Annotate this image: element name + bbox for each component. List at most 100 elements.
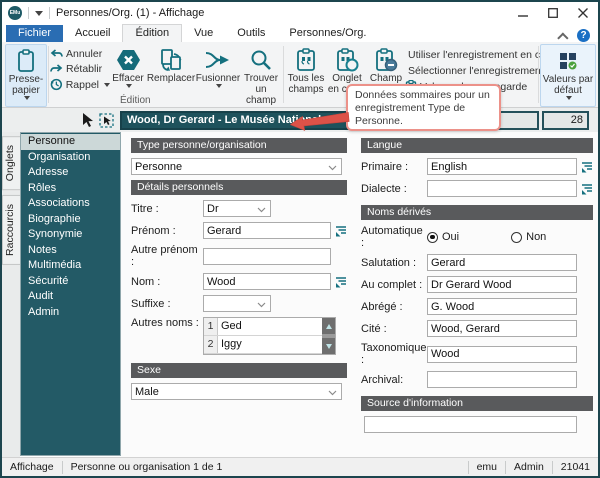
au-complet-label: Au complet : bbox=[361, 278, 423, 291]
abrege-input[interactable] bbox=[427, 298, 577, 315]
sexe-combobox[interactable]: Male bbox=[131, 383, 342, 400]
tab-accueil[interactable]: Accueil bbox=[63, 25, 122, 42]
archival-input[interactable] bbox=[427, 371, 577, 388]
grid-row[interactable]: 1 Ged bbox=[204, 318, 322, 336]
sidebar-item-audit[interactable]: Audit bbox=[21, 289, 120, 305]
sidebar-tab-onglets[interactable]: Onglets bbox=[2, 136, 20, 191]
prenom-label: Prénom : bbox=[131, 224, 176, 237]
replace-button[interactable]: Remplacer bbox=[146, 44, 196, 107]
radio-oui[interactable] bbox=[427, 231, 438, 243]
select-record-button[interactable]: Sélectionner l'enregistrement bbox=[405, 64, 544, 77]
nom-label: Nom : bbox=[131, 275, 161, 288]
autres-noms-grid[interactable]: 1 Ged 2 Iggy bbox=[203, 317, 336, 355]
redo-button[interactable]: Rétablir bbox=[50, 63, 110, 75]
taxonomique-input[interactable] bbox=[427, 345, 577, 363]
recall-icon bbox=[50, 78, 63, 91]
use-current-record-button[interactable]: Utiliser l'enregistrement en cours bbox=[405, 48, 561, 61]
chevron-down-icon bbox=[257, 302, 266, 308]
au-complet-input[interactable] bbox=[427, 276, 577, 293]
non-label: Non bbox=[526, 231, 547, 243]
salutation-label: Salutation : bbox=[361, 256, 417, 269]
autre-prenom-label: Autre prénom : bbox=[131, 244, 198, 268]
sidebar-tab-raccourcis[interactable]: Raccourcis bbox=[2, 195, 20, 266]
replace-label: Remplacer bbox=[146, 73, 196, 84]
sidebar-item-notes[interactable]: Notes bbox=[21, 243, 120, 259]
nom-input[interactable] bbox=[203, 273, 331, 290]
section-details-personnels: Détails personnels bbox=[131, 180, 347, 195]
maximize-button[interactable] bbox=[538, 2, 568, 24]
type-personne-combobox[interactable]: Personne bbox=[131, 158, 342, 175]
merge-button[interactable]: Fusionner bbox=[196, 44, 240, 107]
status-bar: Affichage Personne ou organisation 1 de … bbox=[2, 457, 598, 476]
all-fields-button[interactable]: Tous les champs bbox=[285, 44, 327, 107]
status-session: 21041 bbox=[551, 460, 598, 474]
tab-edition[interactable]: Édition bbox=[122, 24, 183, 42]
tab-fichier[interactable]: Fichier bbox=[6, 25, 64, 42]
chevron-down-icon bbox=[328, 165, 337, 171]
recall-button[interactable]: Rappel bbox=[50, 78, 110, 91]
grid-row[interactable]: 2 Iggy bbox=[204, 336, 322, 354]
status-mode: Affichage bbox=[2, 460, 63, 474]
find-field-button[interactable]: Trouver un champ bbox=[240, 44, 282, 107]
sidebar-item-roles[interactable]: Rôles bbox=[21, 181, 120, 197]
salutation-input[interactable] bbox=[427, 254, 577, 271]
lookup-icon[interactable] bbox=[335, 225, 347, 237]
tabs-sidebar: Personne Organisation Adresse Rôles Asso… bbox=[20, 132, 121, 456]
source-information-input[interactable] bbox=[364, 416, 577, 433]
undo-button[interactable]: Annuler bbox=[50, 48, 110, 60]
section-source-information: Source d'information bbox=[361, 396, 593, 411]
sidebar-item-organisation[interactable]: Organisation bbox=[21, 150, 120, 166]
scroll-down-icon[interactable] bbox=[322, 338, 335, 354]
archival-label: Archival: bbox=[361, 373, 404, 386]
lookup-icon[interactable] bbox=[581, 183, 593, 195]
merge-label: Fusionner bbox=[195, 73, 241, 84]
recall-label: Rappel bbox=[65, 78, 99, 91]
callout-tooltip: Données sommaires pour un enregistrement… bbox=[346, 84, 501, 131]
minimize-button[interactable] bbox=[508, 2, 538, 24]
undo-redo-group: Annuler Rétablir Rappel bbox=[50, 44, 110, 107]
app-logo-icon: EMu bbox=[8, 6, 22, 20]
row-value: Iggy bbox=[221, 338, 242, 350]
sidebar-item-biographie[interactable]: Biographie bbox=[21, 212, 120, 228]
tab-outils[interactable]: Outils bbox=[225, 25, 277, 42]
sidebar-item-securite[interactable]: Sécurité bbox=[21, 274, 120, 290]
sidebar-item-synonymie[interactable]: Synonymie bbox=[21, 227, 120, 243]
prenom-input[interactable] bbox=[203, 222, 331, 239]
lookup-icon[interactable] bbox=[335, 276, 347, 288]
tab-personnes-org[interactable]: Personnes/Org. bbox=[277, 25, 378, 42]
default-values-button[interactable]: Valeurs par défaut bbox=[540, 44, 596, 107]
autres-noms-label: Autres noms : bbox=[131, 317, 199, 329]
scroll-up-icon[interactable] bbox=[322, 318, 335, 334]
sidebar-item-associations[interactable]: Associations bbox=[21, 196, 120, 212]
sidebar-item-personne[interactable]: Personne bbox=[21, 134, 120, 150]
sidebar-tab-strip: Onglets Raccourcis bbox=[2, 132, 20, 457]
suffixe-label: Suffixe : bbox=[131, 297, 171, 310]
section-langue: Langue bbox=[361, 138, 593, 153]
dialecte-input[interactable] bbox=[427, 180, 577, 197]
lookup-icon[interactable] bbox=[581, 161, 593, 173]
radio-non[interactable] bbox=[511, 231, 523, 243]
sidebar-item-adresse[interactable]: Adresse bbox=[21, 165, 120, 181]
row-value: Ged bbox=[221, 320, 242, 332]
titre-combobox[interactable]: Dr bbox=[203, 200, 271, 217]
cursor-icon[interactable] bbox=[81, 112, 94, 128]
caret-down-icon bbox=[24, 96, 30, 100]
tab-vue[interactable]: Vue bbox=[182, 25, 225, 42]
suffixe-combobox[interactable] bbox=[203, 295, 271, 312]
row-number: 2 bbox=[204, 336, 218, 353]
primaire-input[interactable] bbox=[427, 158, 577, 175]
select-mode-icon[interactable] bbox=[99, 112, 115, 128]
help-icon[interactable]: ? bbox=[577, 29, 590, 42]
grid-scrollbar[interactable] bbox=[322, 318, 335, 354]
sidebar-item-admin[interactable]: Admin bbox=[21, 305, 120, 321]
sidebar-item-multimedia[interactable]: Multimédia bbox=[21, 258, 120, 274]
close-button[interactable] bbox=[568, 2, 598, 24]
quick-access-caret-icon[interactable] bbox=[35, 10, 43, 16]
autre-prenom-input[interactable] bbox=[203, 247, 331, 265]
ribbon-tab-row: Fichier Accueil Édition Vue Outils Perso… bbox=[2, 24, 598, 44]
default-values-label: Valeurs par défaut bbox=[542, 74, 594, 96]
cite-input[interactable] bbox=[427, 320, 577, 337]
automatique-label: Automatique : bbox=[361, 225, 423, 249]
clipboard-button[interactable]: Presse-papier bbox=[5, 44, 47, 107]
section-noms-derives: Noms dérivés bbox=[361, 205, 593, 220]
